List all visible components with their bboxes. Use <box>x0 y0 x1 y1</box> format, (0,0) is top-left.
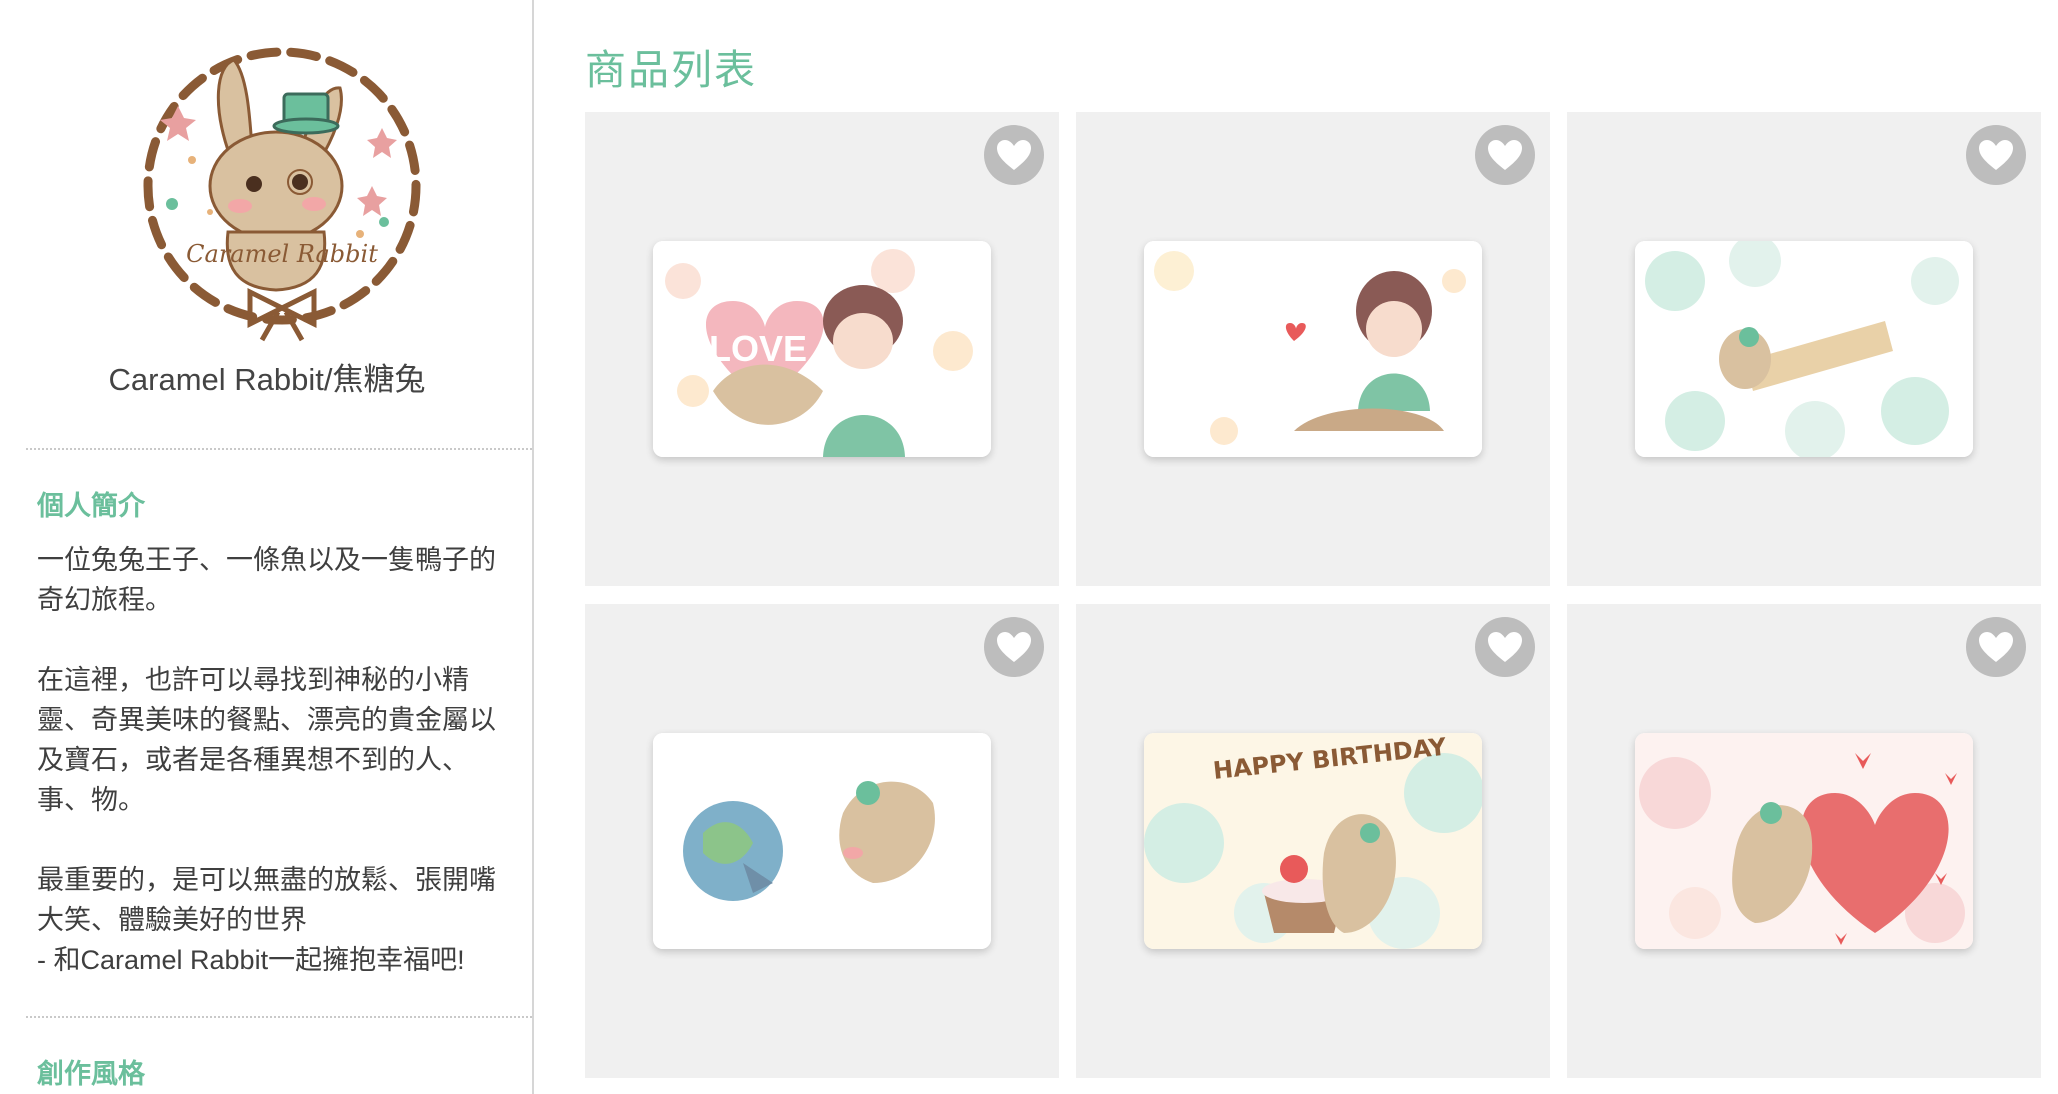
product-card-image <box>1635 241 1973 457</box>
product-tile[interactable] <box>1567 604 2041 1078</box>
heart-icon <box>1979 632 2013 662</box>
bio-paragraph: 在這裡，也許可以尋找到神秘的小精靈、奇異美味的餐點、漂亮的貴金屬以及寶石，或者是… <box>37 665 496 815</box>
favorite-button[interactable] <box>1966 125 2026 185</box>
favorite-button[interactable] <box>1475 617 1535 677</box>
product-card-image: LOVE <box>653 241 991 457</box>
artist-bio: 一位兔兔王子、一條魚以及一隻鴨子的奇幻旅程。 在這裡，也許可以尋找到神秘的小精靈… <box>37 540 517 980</box>
product-card-image <box>653 733 991 949</box>
bio-paragraph: 最重要的，是可以無盡的放鬆、張開嘴大笑、體驗美好的世界 - 和Caramel R… <box>37 865 496 975</box>
heart-icon <box>997 632 1031 662</box>
page-title: 商品列表 <box>585 47 757 93</box>
logo-text: Caramel Rabbit <box>186 240 378 268</box>
artist-name: Caramel Rabbit/焦糖兔 <box>108 362 426 397</box>
artist-sidebar: Caramel Rabbit Caramel Rabbit/焦糖兔 個人簡介 一… <box>0 0 534 1094</box>
favorite-button[interactable] <box>984 125 1044 185</box>
heart-icon <box>1488 140 1522 170</box>
product-tile[interactable]: HAPPY BIRTHDAY <box>1076 604 1550 1078</box>
product-card-image <box>1144 241 1482 457</box>
heart-icon <box>997 140 1031 170</box>
divider <box>26 1016 532 1018</box>
bio-paragraph: 一位兔兔王子、一條魚以及一隻鴨子的奇幻旅程。 <box>37 545 496 615</box>
product-tile[interactable] <box>1567 112 2041 586</box>
intro-heading: 個人簡介 <box>37 491 145 521</box>
product-card-image: HAPPY BIRTHDAY <box>1144 733 1482 949</box>
heart-icon <box>1979 140 2013 170</box>
favorite-button[interactable] <box>1475 125 1535 185</box>
favorite-button[interactable] <box>1966 617 2026 677</box>
product-card-image <box>1635 733 1973 949</box>
favorite-button[interactable] <box>984 617 1044 677</box>
product-tile[interactable] <box>585 604 1059 1078</box>
divider <box>26 448 532 450</box>
card-text: LOVE <box>709 328 807 369</box>
product-tile[interactable] <box>1076 112 1550 586</box>
product-tile[interactable]: LOVE <box>585 112 1059 586</box>
heart-icon <box>1488 632 1522 662</box>
style-heading: 創作風格 <box>37 1059 145 1089</box>
artist-logo: Caramel Rabbit <box>132 36 432 348</box>
